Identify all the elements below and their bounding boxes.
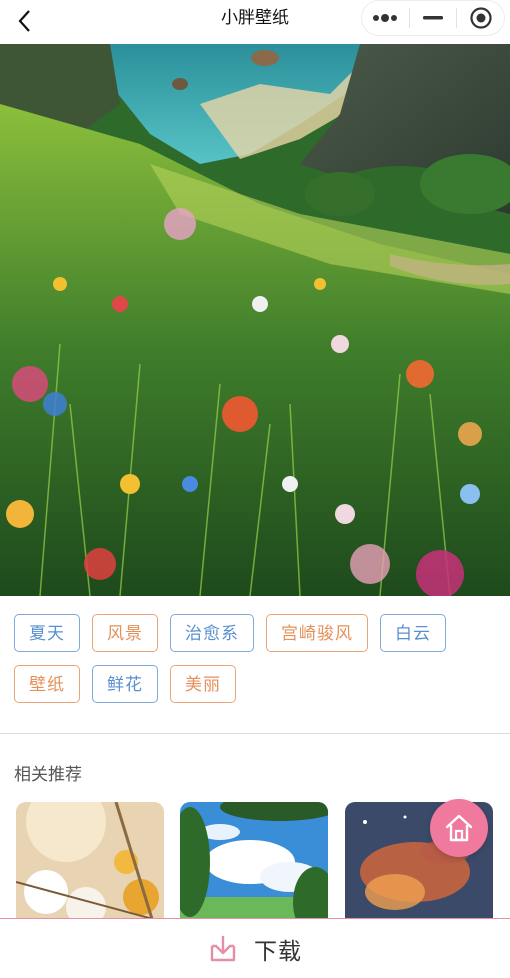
related-section-title: 相关推荐 xyxy=(14,765,82,785)
tag-item[interactable]: 壁纸 xyxy=(14,665,80,703)
related-list xyxy=(16,802,494,932)
recommend-thumbnail-1[interactable] xyxy=(16,802,164,932)
close-miniprogram-button[interactable] xyxy=(457,1,504,35)
wallpaper-image[interactable] xyxy=(0,44,510,596)
tag-item[interactable]: 美丽 xyxy=(170,665,236,703)
tag-list: 夏天 风景 治愈系 宫崎骏风 白云 壁纸 鲜花 美丽 xyxy=(14,614,496,703)
download-icon xyxy=(210,935,236,961)
tag-item[interactable]: 治愈系 xyxy=(170,614,254,652)
tag-item[interactable]: 风景 xyxy=(92,614,158,652)
mini-program-capsule xyxy=(361,0,505,36)
target-icon xyxy=(470,7,492,29)
tag-item[interactable]: 宫崎骏风 xyxy=(266,614,368,652)
download-label: 下载 xyxy=(254,938,302,965)
minimize-icon xyxy=(423,16,443,20)
minimize-button[interactable] xyxy=(410,1,457,35)
tag-item[interactable]: 鲜花 xyxy=(92,665,158,703)
more-button[interactable] xyxy=(362,1,409,35)
more-dots-icon xyxy=(373,14,398,22)
navigation-bar: 小胖壁纸 xyxy=(0,0,510,44)
tag-item[interactable]: 白云 xyxy=(380,614,446,652)
download-button[interactable]: 下载 xyxy=(0,918,510,978)
home-button[interactable] xyxy=(430,799,488,857)
recommend-thumbnail-2[interactable] xyxy=(180,802,328,932)
section-divider xyxy=(0,733,510,734)
home-icon xyxy=(445,814,473,842)
tag-item[interactable]: 夏天 xyxy=(14,614,80,652)
